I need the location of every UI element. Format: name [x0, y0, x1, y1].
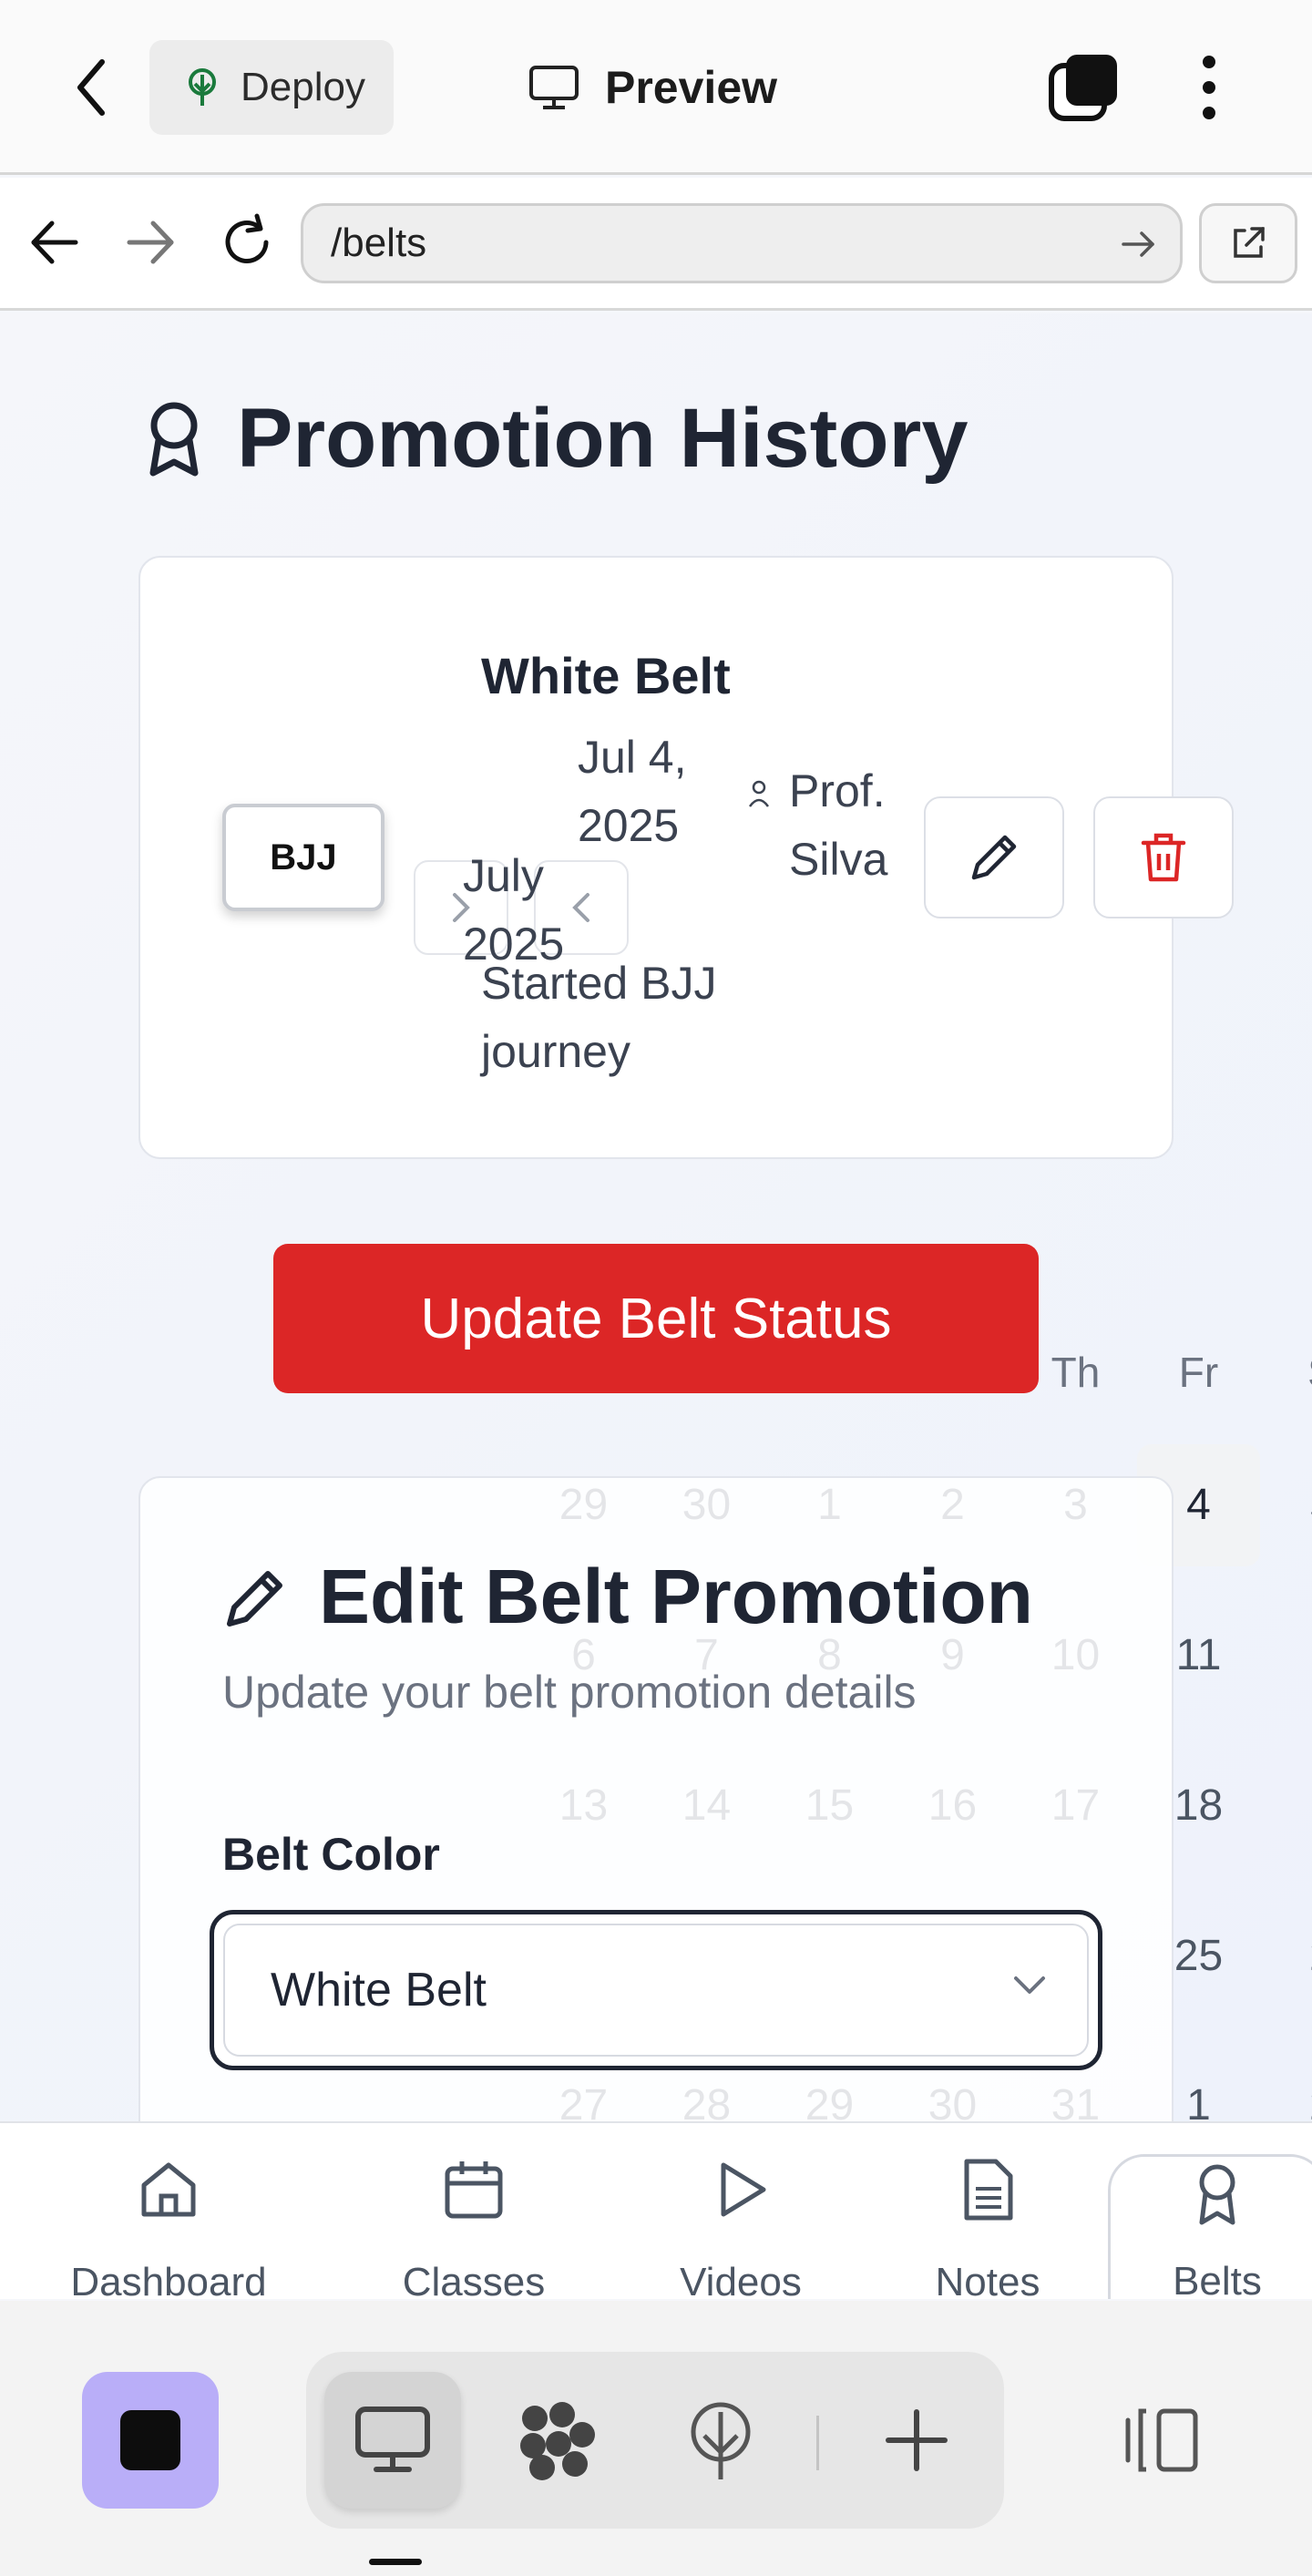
award-icon: [1199, 2164, 1235, 2225]
edit-button[interactable]: [924, 796, 1064, 919]
url-input[interactable]: /belts: [301, 203, 1183, 283]
belt-color-value-box: White Belt: [223, 1924, 1089, 2057]
reload-icon[interactable]: [215, 210, 279, 274]
update-belt-status-button[interactable]: Update Belt Status: [273, 1244, 1039, 1393]
more-options-icon[interactable]: [1189, 51, 1229, 124]
add-button[interactable]: [848, 2372, 985, 2509]
nav-belts-label: Belts: [1173, 2259, 1262, 2299]
edit-title-text: Edit Belt Promotion: [319, 1554, 1033, 1639]
weekday-fr: Fr: [1178, 1349, 1219, 1396]
tabs-switcher-icon[interactable]: [1048, 51, 1121, 124]
plus-icon: [886, 2409, 948, 2471]
belt-name: White Belt: [481, 647, 731, 704]
integrations-button[interactable]: [488, 2372, 625, 2509]
pencil-icon: [971, 835, 1017, 880]
nav-videos-label: Videos: [680, 2260, 802, 2299]
nav-classes-label: Classes: [402, 2260, 546, 2299]
nav-belts[interactable]: Belts: [1108, 2154, 1312, 2299]
segment-divider: [816, 2416, 819, 2470]
user-icon: [748, 780, 770, 807]
instructor-name: Prof. Silva: [789, 765, 888, 885]
calendar-month-label: July 2025: [463, 850, 565, 970]
browser-url-bar: /belts: [0, 178, 1312, 311]
nav-notes[interactable]: Notes: [869, 2158, 1106, 2299]
deploy-tree-icon: [189, 68, 216, 106]
belt-color-label: Belt Color: [222, 1829, 440, 1880]
back-chevron-icon[interactable]: [64, 55, 118, 120]
belt-badge: BJJ: [222, 804, 384, 911]
browser-forward-icon[interactable]: [118, 210, 182, 274]
play-icon: [721, 2162, 766, 2217]
page-title: Promotion History: [146, 391, 968, 487]
nav-dashboard-label: Dashboard: [70, 2260, 267, 2299]
app-top-bar: Deploy Preview: [0, 0, 1312, 175]
document-icon: [964, 2159, 1013, 2221]
app-launcher-button[interactable]: [82, 2372, 219, 2509]
calendar-icon: [445, 2161, 503, 2219]
belt-color-select[interactable]: White Belt: [210, 1910, 1102, 2070]
stop-square-icon: [120, 2410, 180, 2470]
home-indicator: [369, 2559, 422, 2565]
bottom-navigation: Dashboard Classes Videos Notes Belts: [0, 2121, 1312, 2299]
deploy-tree-icon: [691, 2402, 751, 2479]
deploy-view-button[interactable]: [652, 2372, 789, 2509]
trash-icon: [1141, 833, 1186, 882]
calendar-day[interactable]: 1: [1260, 1595, 1312, 1717]
weekday-sa: S: [1260, 1348, 1312, 1397]
calendar-day[interactable]: 2: [1260, 1895, 1312, 2017]
calendar-day[interactable]: 5: [1260, 1444, 1312, 1566]
browser-back-icon[interactable]: [23, 210, 87, 274]
edit-card-title: Edit Belt Promotion: [222, 1553, 1033, 1641]
deploy-label: Deploy: [241, 65, 365, 109]
preview-tab[interactable]: Preview: [528, 51, 777, 124]
nav-notes-label: Notes: [935, 2260, 1040, 2299]
go-arrow-icon[interactable]: [1118, 224, 1158, 264]
network-blob-icon: [520, 2402, 595, 2480]
home-icon: [141, 2162, 196, 2217]
monitor-icon: [355, 2407, 430, 2472]
calendar-day[interactable]: 2: [1260, 2045, 1312, 2122]
system-dock: [0, 2301, 1312, 2576]
belt-color-value: White Belt: [271, 1964, 487, 2017]
delete-button[interactable]: [1093, 796, 1234, 919]
open-external-button[interactable]: [1199, 203, 1297, 283]
url-text: /belts: [331, 221, 427, 265]
desktop-view-button[interactable]: [324, 2372, 461, 2509]
pencil-icon: [227, 1570, 282, 1627]
deploy-button[interactable]: Deploy: [149, 40, 394, 135]
instructor: Prof. Silva: [747, 757, 944, 894]
preview-label: Preview: [605, 62, 778, 113]
split-view-icon[interactable]: [1122, 2406, 1201, 2475]
nav-dashboard[interactable]: Dashboard: [50, 2158, 287, 2299]
page-content: Promotion History BJJ White Belt Jul 4, …: [0, 313, 1312, 2122]
calendar-day[interactable]: 1: [1260, 1745, 1312, 1867]
promotion-date[interactable]: Jul 4, 2025: [578, 724, 714, 860]
view-mode-switcher: [306, 2352, 1004, 2529]
nav-classes[interactable]: Classes: [355, 2158, 592, 2299]
page-title-text: Promotion History: [237, 392, 969, 485]
nav-videos[interactable]: Videos: [622, 2158, 859, 2299]
edit-subtitle: Update your belt promotion details: [222, 1667, 917, 1718]
award-icon: [149, 402, 199, 476]
monitor-icon: [529, 66, 579, 109]
external-link-icon: [1234, 227, 1265, 258]
chevron-down-icon: [1014, 1976, 1045, 1994]
